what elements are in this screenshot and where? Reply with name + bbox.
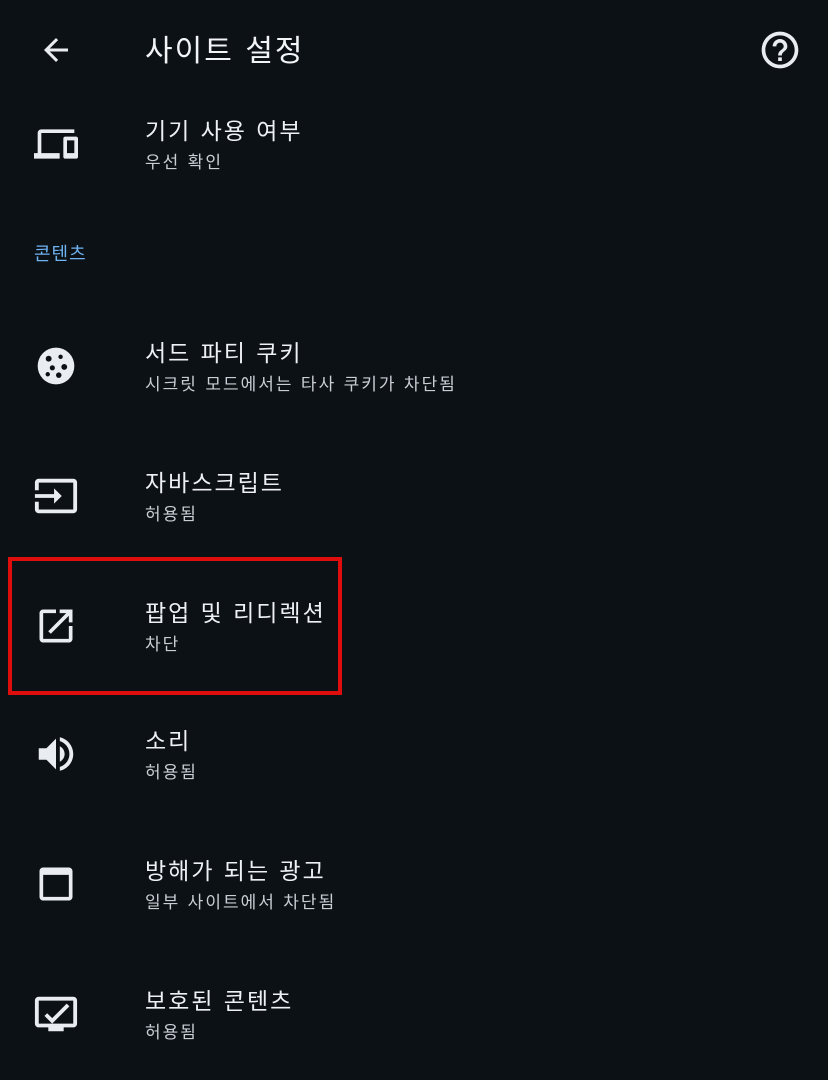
- back-button[interactable]: [28, 22, 84, 78]
- settings-item-javascript[interactable]: 자바스크립트 허용됨: [0, 442, 828, 552]
- settings-item-status: 우선 확인: [145, 153, 223, 173]
- settings-item-popups[interactable]: 팝업 및 리디렉션 차단: [0, 572, 828, 682]
- settings-item-label: 자바스크립트: [145, 471, 284, 497]
- settings-item-intrusive-ads[interactable]: 방해가 되는 광고 일부 사이트에서 차단됨: [0, 830, 828, 940]
- settings-item-label: 서드 파티 쿠키: [145, 341, 303, 367]
- settings-item-label: 기기 사용 여부: [145, 119, 303, 145]
- settings-item-status: 차단: [145, 635, 181, 655]
- settings-item-status: 허용됨: [145, 1023, 198, 1043]
- devices-icon: [26, 114, 86, 174]
- settings-item-label: 보호된 콘텐츠: [145, 989, 294, 1015]
- settings-item-device-usage[interactable]: 기기 사용 여부 우선 확인: [0, 90, 828, 200]
- app-bar: 사이트 설정: [0, 0, 828, 100]
- settings-item-status: 시크릿 모드에서는 타사 쿠키가 차단됨: [145, 375, 457, 395]
- settings-item-sound[interactable]: 소리 허용됨: [0, 700, 828, 810]
- settings-item-third-party-cookies[interactable]: 서드 파티 쿠키 시크릿 모드에서는 타사 쿠키가 차단됨: [0, 312, 828, 422]
- volume-icon: [26, 724, 86, 784]
- arrow-left-icon: [38, 32, 74, 68]
- settings-item-status: 허용됨: [145, 505, 198, 525]
- open-in-new-icon: [26, 596, 86, 656]
- settings-item-label: 소리: [145, 729, 192, 755]
- help-button[interactable]: [752, 22, 808, 78]
- cookie-icon: [26, 336, 86, 396]
- settings-item-protected-content[interactable]: 보호된 콘텐츠 허용됨: [0, 960, 828, 1070]
- help-circle-icon: [758, 28, 802, 72]
- settings-item-label: 방해가 되는 광고: [145, 859, 326, 885]
- page-title: 사이트 설정: [145, 34, 305, 69]
- window-icon: [26, 854, 86, 914]
- monitor-check-icon: [26, 984, 86, 1044]
- section-header-content: 콘텐츠: [34, 244, 87, 265]
- settings-item-status: 일부 사이트에서 차단됨: [145, 893, 337, 913]
- input-arrow-icon: [26, 466, 86, 526]
- settings-item-status: 허용됨: [145, 763, 198, 783]
- settings-item-label: 팝업 및 리디렉션: [145, 601, 326, 627]
